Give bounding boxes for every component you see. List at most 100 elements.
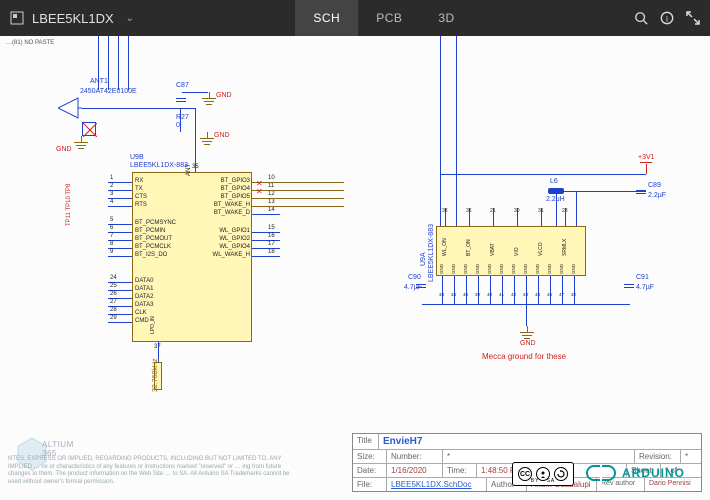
titleblock-title-label: Title xyxy=(353,434,379,449)
offsheet-wire xyxy=(252,182,344,183)
pin-name: GND xyxy=(571,264,576,274)
pin-number: 41 xyxy=(499,292,504,297)
pin-number: 36 xyxy=(466,208,472,214)
pin-name: WL_WAKE_H xyxy=(194,252,250,258)
gnd-label: GND xyxy=(520,340,536,347)
pin-name: DATA0 xyxy=(135,278,153,284)
gnd-symbol xyxy=(200,132,214,146)
pin-name: BT_PCMOUT xyxy=(135,236,172,242)
pin-name: BT_WAKE_D xyxy=(194,210,250,216)
tab-sch[interactable]: SCH xyxy=(295,0,358,36)
top-text-fragment: …(81) NO PASTE xyxy=(6,40,54,46)
pin-number: 47 xyxy=(559,292,564,297)
tb-file[interactable]: LBEE5KL1DX.SchDoc xyxy=(387,478,487,491)
pin-ant-num: 35 xyxy=(192,164,199,170)
wire xyxy=(646,164,647,174)
gnd-label: GND xyxy=(216,92,232,99)
wire xyxy=(108,36,109,90)
wire xyxy=(118,36,119,90)
chevron-down-icon[interactable]: ⌄ xyxy=(126,13,134,24)
pin-wire xyxy=(514,276,515,304)
document-name[interactable]: LBEE5KL1DX xyxy=(32,11,114,26)
pin-wire xyxy=(252,232,280,233)
pin-wire xyxy=(502,276,503,304)
pin-name: VLCO xyxy=(538,242,544,256)
gnd-symbol xyxy=(202,92,216,106)
pin-number: 28 xyxy=(110,307,117,313)
info-icon[interactable]: i xyxy=(660,11,674,25)
c91-designator: C91 xyxy=(636,274,649,281)
c87-designator: C87 xyxy=(176,82,189,89)
tb-file-lbl: File: xyxy=(353,478,387,491)
schematic-canvas[interactable]: …(81) NO PASTE ANT1 2450AT42E0100E C87 G… xyxy=(0,36,710,500)
pin-number: 17 xyxy=(268,241,275,247)
pin-name: WL_GPIO1 xyxy=(194,228,250,234)
offsheet-wire xyxy=(252,198,344,199)
wire xyxy=(82,108,195,109)
fullscreen-icon[interactable] xyxy=(686,11,700,25)
pin-name: BT_WAKE_H xyxy=(194,202,250,208)
pin-wire xyxy=(466,276,467,304)
pin-name: GND xyxy=(463,264,468,274)
cap-c87 xyxy=(180,94,182,106)
power-rail: +3V1 xyxy=(638,154,655,161)
pin-name: BT_GPIO4 xyxy=(194,186,250,192)
c89-designator: C89 xyxy=(648,182,661,189)
pin-wire xyxy=(526,276,527,304)
pin-number: 14 xyxy=(268,207,275,213)
schematic-doc-icon xyxy=(10,11,24,25)
wire xyxy=(180,108,181,132)
dnf-marker xyxy=(82,122,96,136)
pin-number: 43 xyxy=(523,292,528,297)
pin-name: WL_ON xyxy=(442,238,448,256)
tab-pcb[interactable]: PCB xyxy=(358,0,420,36)
wire xyxy=(440,36,441,226)
pin-wire xyxy=(252,248,280,249)
tb-date-lbl: Date: xyxy=(353,464,387,477)
mecca-note: Mecca ground for these xyxy=(482,352,566,361)
search-icon[interactable] xyxy=(634,11,648,25)
pin-name: GND xyxy=(511,264,516,274)
antenna-part: 2450AT42E0100E xyxy=(80,88,137,95)
wire xyxy=(456,36,457,226)
pin-wire xyxy=(538,276,539,304)
pin-name: RTS xyxy=(135,202,147,208)
pin-number: 11 xyxy=(268,183,274,189)
antenna-designator: ANT1 xyxy=(90,78,108,85)
pin-wire xyxy=(108,322,132,323)
pin-number: 29 xyxy=(110,315,117,321)
pin-name: BT_I2S_DO xyxy=(135,252,167,258)
svg-text:i: i xyxy=(666,14,669,24)
pin-number: 44 xyxy=(535,292,540,297)
tab-3d[interactable]: 3D xyxy=(420,0,472,36)
pin-wire xyxy=(478,276,479,304)
pin-name: DATA1 xyxy=(135,286,153,292)
cc-by-sa-badge: CC BY SA xyxy=(512,462,574,486)
offsheet-wire xyxy=(252,190,344,191)
pin-number: 3 xyxy=(110,191,113,197)
wire xyxy=(128,36,129,90)
gnd-label: GND xyxy=(56,146,72,153)
pin-name: GND xyxy=(535,264,540,274)
titleblock-title: EnvieH7 xyxy=(379,434,701,449)
pin-name: BT_ON xyxy=(466,239,472,256)
pin-wire xyxy=(562,276,563,304)
pin-name: GND xyxy=(451,264,456,274)
pin-name: VIO xyxy=(514,247,520,256)
disclaimer-text: NTES, EXPRESS OR IMPLIED, REGARDING PROD… xyxy=(8,456,298,486)
pin-name: CLK xyxy=(135,310,147,316)
cap-c89 xyxy=(640,186,642,198)
pin-number: 12 xyxy=(268,191,275,197)
pin-number: 21 xyxy=(490,208,496,214)
pin-number: 8 xyxy=(110,241,113,247)
pin-name: GND xyxy=(487,264,492,274)
tp-labels: TP11 TP10 TP8 xyxy=(66,184,72,226)
pin-name: BT_GPIO3 xyxy=(194,178,250,184)
pin-number: 38 xyxy=(442,208,448,214)
pin-wire xyxy=(574,276,575,304)
wire xyxy=(564,191,646,192)
tb-size-lbl: Size: xyxy=(353,450,387,463)
pin-number: 9 xyxy=(110,249,113,255)
pin-wire xyxy=(252,214,280,215)
pin-lpo-num: 37 xyxy=(154,344,161,350)
